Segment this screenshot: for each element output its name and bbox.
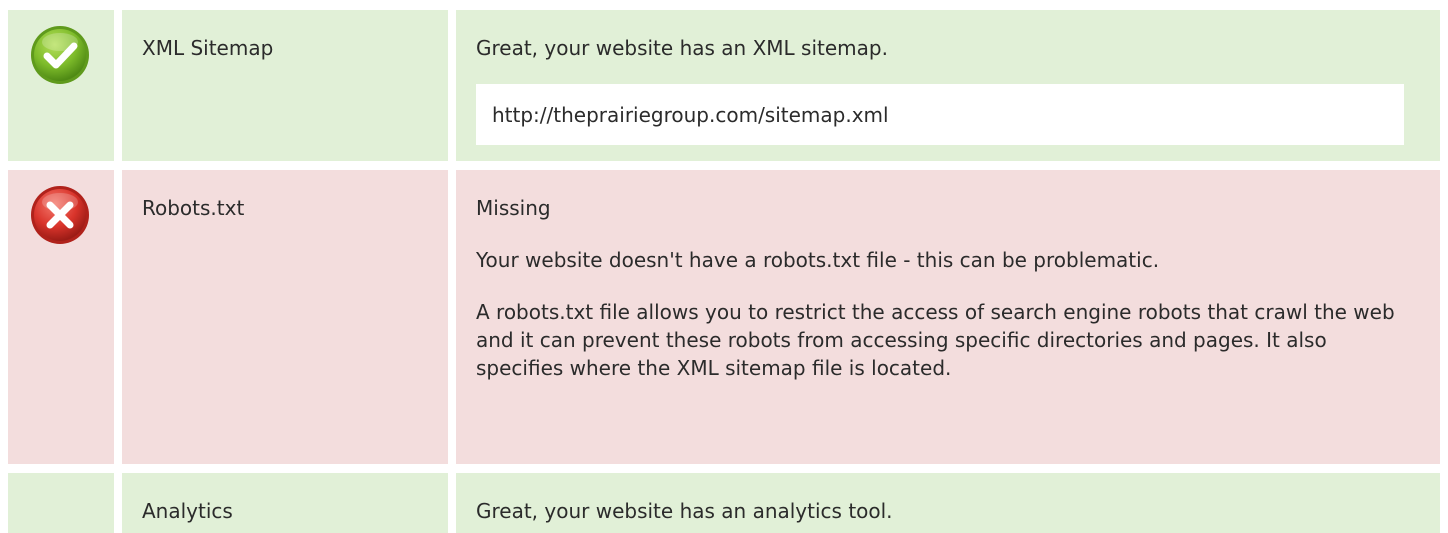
cross-circle-icon bbox=[29, 184, 91, 246]
check-row-analytics: Analytics Great, your website has an ana… bbox=[8, 473, 1440, 533]
result-message: Great, your website has an XML sitemap. bbox=[476, 36, 888, 60]
check-result-cell: Great, your website has an analytics too… bbox=[456, 473, 1440, 533]
check-title-cell: Analytics bbox=[122, 473, 448, 533]
result-message: Great, your website has an analytics too… bbox=[476, 499, 893, 523]
check-result-cell: Missing Your website doesn't have a robo… bbox=[456, 170, 1440, 464]
status-cell bbox=[8, 170, 114, 464]
check-circle-icon bbox=[29, 24, 91, 86]
seo-report-table: XML Sitemap Great, your website has an X… bbox=[0, 0, 1448, 533]
status-cell bbox=[8, 10, 114, 161]
check-title: XML Sitemap bbox=[142, 36, 274, 60]
result-status: Missing bbox=[476, 196, 551, 220]
check-title: Analytics bbox=[142, 499, 233, 523]
result-description: A robots.txt file allows you to restrict… bbox=[476, 300, 1395, 380]
check-title-cell: Robots.txt bbox=[122, 170, 448, 464]
check-title: Robots.txt bbox=[142, 196, 245, 220]
sitemap-url[interactable]: http://theprairiegroup.com/sitemap.xml bbox=[492, 103, 889, 127]
sitemap-url-box: http://theprairiegroup.com/sitemap.xml bbox=[476, 84, 1404, 145]
result-message: Your website doesn't have a robots.txt f… bbox=[476, 248, 1160, 272]
status-cell bbox=[8, 473, 114, 533]
check-title-cell: XML Sitemap bbox=[122, 10, 448, 161]
check-result-cell: Great, your website has an XML sitemap. … bbox=[456, 10, 1440, 161]
check-row-xml-sitemap: XML Sitemap Great, your website has an X… bbox=[8, 10, 1440, 161]
check-row-robots-txt: Robots.txt Missing Your website doesn't … bbox=[8, 170, 1440, 464]
